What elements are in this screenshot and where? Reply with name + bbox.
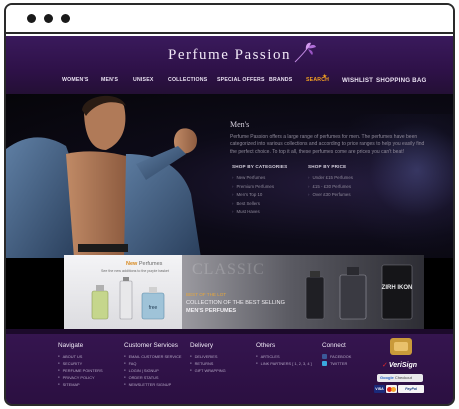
nav-unisex[interactable]: UNISEX (133, 77, 154, 83)
twitter-label: TWITTER (330, 361, 348, 366)
nav-shopping-bag[interactable]: SHOPPING BAG (376, 77, 427, 84)
site-header: Perfume Passion WOMEN'S MEN'S UNISEX COL… (6, 36, 453, 94)
footer-heading: Navigate (58, 342, 84, 349)
new-perfumes-promo[interactable]: New Perfumes See the new additions to th… (64, 255, 182, 329)
promo-banner[interactable]: New Perfumes See the new additions to th… (64, 255, 424, 329)
new-perfumes-title: New Perfumes (126, 261, 162, 267)
male-model-image (6, 95, 201, 258)
list-item[interactable]: Best Sellers (232, 201, 274, 210)
footer-link[interactable]: PRIVACY POLICY (58, 375, 103, 382)
footer-link[interactable]: LINK PARTNERS [ 1, 2, 3, 4 ] (256, 361, 312, 368)
google-label: Google (380, 375, 394, 380)
footer-delivery: Delivery DELIVERIES RETURNS GIFT WRAPPIN… (190, 342, 226, 375)
main-nav: WOMEN'S MEN'S UNISEX COLLECTIONS SPECIAL… (6, 77, 453, 89)
star-icon: ★ (322, 74, 328, 80)
window-dot-icon[interactable] (61, 14, 70, 23)
best-of-lot-label: BEST OF THE LOT (186, 292, 227, 297)
footer-link[interactable]: EMAIL CUSTOMER SERVICE (124, 354, 182, 361)
verisign-logo: VeriSign (382, 361, 417, 369)
visa-icon: VISA (374, 385, 385, 393)
browser-frame: Perfume Passion WOMEN'S MEN'S UNISEX COL… (4, 3, 455, 406)
list-item[interactable]: Must Haves (232, 209, 274, 218)
list-item[interactable]: Men's Top 10 (232, 192, 274, 201)
paypal-icon: PayPal (398, 385, 424, 393)
list-item[interactable]: Under £15 Perfumes (308, 175, 353, 184)
intro-paragraph: Perfume Passion offers a large range of … (230, 134, 425, 155)
window-dot-icon[interactable] (44, 14, 53, 23)
site-logo[interactable]: Perfume Passion (6, 47, 453, 64)
google-checkout-logo: Google Checkout (377, 374, 423, 382)
nav-special-offers[interactable]: SPECIAL OFFERS (217, 77, 265, 83)
facebook-icon (322, 354, 327, 360)
price-list: Under £15 Perfumes £15 - £30 Perfumes Ov… (308, 175, 353, 201)
website: Perfume Passion WOMEN'S MEN'S UNISEX COL… (6, 36, 453, 404)
footer-heading: Delivery (190, 342, 214, 349)
footer-link[interactable]: RETURNS (190, 361, 226, 368)
footer-navigate: Navigate ABOUT US SECURITY PERFUME POINT… (58, 342, 103, 389)
nav-wishlist[interactable]: WISHLIST (342, 77, 373, 84)
footer-heading: Connect (322, 342, 346, 349)
best-selling-label: COLLECTION OF THE BEST SELLING (186, 300, 285, 306)
footer-heading: Others (256, 342, 276, 349)
footer-link[interactable]: FAQ (124, 361, 181, 368)
hero-section: Men's Perfume Passion offers a large ran… (6, 94, 453, 258)
footer-connect: Connect FACEBOOK TWITTER (322, 342, 351, 368)
site-footer: Navigate ABOUT US SECURITY PERFUME POINT… (6, 329, 453, 404)
section-title: Men's (230, 120, 250, 129)
security-badge-icon (390, 338, 412, 355)
twitter-icon (322, 361, 327, 367)
flower-logo-icon (294, 42, 316, 63)
nav-mens[interactable]: MEN'S (101, 77, 118, 83)
nav-brands[interactable]: BRANDS (269, 77, 292, 83)
footer-link[interactable]: ARTICLES (256, 354, 312, 361)
new-perfumes-subtitle: See the new additions to the purple bask… (101, 269, 169, 273)
zirh-bottle-label: ZIRH IKON (382, 285, 413, 291)
footer-link[interactable]: LOGIN | SIGNUP (124, 368, 181, 375)
footer-link[interactable]: DELIVERIES (190, 354, 226, 361)
nav-womens[interactable]: WOMEN'S (62, 77, 89, 83)
list-item[interactable]: £15 - £30 Perfumes (308, 184, 353, 193)
footer-link[interactable]: NEWSLETTER SIGNUP (124, 382, 181, 389)
list-item[interactable]: Over £30 Perfumes (308, 192, 353, 201)
new-perfume-bottles-image: free (91, 277, 165, 320)
facebook-label: FACEBOOK (330, 354, 352, 359)
twitter-link[interactable]: TWITTER (322, 361, 351, 368)
classic-watermark: CLASSIC (192, 261, 265, 278)
mens-perfume-bottles-image: ZIRH IKON (305, 264, 413, 320)
footer-link[interactable]: ABOUT US (58, 354, 103, 361)
footer-link[interactable]: SITEMAP (58, 382, 103, 389)
footer-link[interactable]: SECURITY (58, 361, 103, 368)
footer-link[interactable]: PERFUME POINTERS (58, 368, 103, 375)
browser-titlebar (6, 5, 453, 34)
mens-perfumes-label: MEN'S PERFUMES (186, 308, 237, 314)
shop-by-price-heading: SHOP BY PRICE (308, 164, 347, 169)
footer-link[interactable]: GIFT WRAPPING (190, 368, 226, 375)
new-label-highlight: New (126, 261, 138, 267)
new-label-text: Perfumes (138, 261, 163, 267)
list-item[interactable]: New Perfumes (232, 175, 274, 184)
list-item[interactable]: Premium Perfumes (232, 184, 274, 193)
footer-heading: Customer Services (124, 342, 178, 349)
mastercard-icon (386, 385, 397, 393)
footer-others: Others ARTICLES LINK PARTNERS [ 1, 2, 3,… (256, 342, 312, 368)
window-dot-icon[interactable] (27, 14, 36, 23)
footer-link[interactable]: ORDER STATUS (124, 375, 181, 382)
facebook-link[interactable]: FACEBOOK (322, 354, 351, 361)
categories-list: New Perfumes Premium Perfumes Men's Top … (232, 175, 274, 218)
footer-customer-services: Customer Services EMAIL CUSTOMER SERVICE… (124, 342, 181, 389)
nav-collections[interactable]: COLLECTIONS (168, 77, 207, 83)
checkout-label: Checkout (394, 375, 412, 380)
bottle-label: free (149, 305, 158, 311)
payment-cards: VISA PayPal (374, 385, 426, 394)
shop-by-categories-heading: SHOP BY CATEGORIES (232, 164, 288, 169)
